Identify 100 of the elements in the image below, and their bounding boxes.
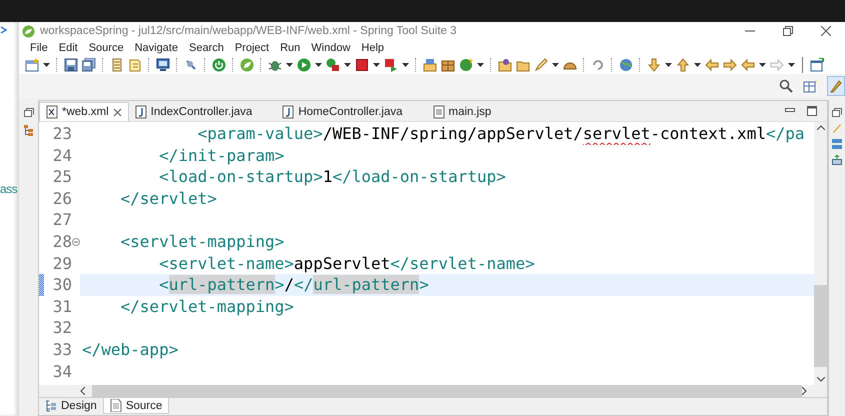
- close-icon[interactable]: [112, 108, 122, 116]
- editor-tab[interactable]: HomeController.java: [276, 102, 426, 121]
- save-all-icon[interactable]: [82, 58, 96, 72]
- menu-item[interactable]: File: [24, 42, 53, 54]
- run-server-icon[interactable]: [326, 58, 340, 72]
- restore-icon[interactable]: [783, 26, 793, 36]
- dropdown-caret-icon[interactable]: [43, 63, 50, 67]
- scroll-up-icon[interactable]: [816, 125, 824, 130]
- minimize-icon[interactable]: [785, 106, 795, 114]
- stop-icon[interactable]: [355, 58, 369, 72]
- dropdown-caret-icon[interactable]: [402, 63, 409, 67]
- export-icon[interactable]: [832, 155, 842, 165]
- dropdown-caret-icon[interactable]: [286, 63, 293, 67]
- menu-item[interactable]: Edit: [52, 42, 83, 54]
- line-number: 23: [52, 123, 72, 145]
- maximize-icon[interactable]: [807, 106, 817, 116]
- line-number: 33: [52, 338, 72, 361]
- save-icon[interactable]: [64, 58, 78, 72]
- box-icon[interactable]: [441, 58, 455, 72]
- window-title: workspaceSpring - jul12/src/main/webapp/WEB-INF/web.xml - Spring Tool Suite 3: [40, 25, 458, 37]
- line-number: 29: [52, 252, 72, 274]
- menu-item[interactable]: Search: [182, 42, 229, 54]
- forward-icon[interactable]: [723, 58, 737, 72]
- pencil-icon[interactable]: [534, 58, 548, 72]
- scroll-down-icon[interactable]: [816, 377, 824, 382]
- run-icon[interactable]: [297, 58, 311, 72]
- monitor-icon[interactable]: [156, 58, 170, 72]
- dropdown-caret-icon[interactable]: [788, 63, 795, 67]
- back-icon[interactable]: [741, 58, 755, 72]
- java-file-icon: [282, 104, 294, 118]
- leaf-icon[interactable]: [240, 58, 254, 72]
- fold-icon[interactable]: [72, 238, 80, 246]
- refresh-icon[interactable]: [591, 58, 605, 72]
- dropdown-caret-icon[interactable]: [665, 63, 672, 67]
- scrollbar-thumb[interactable]: [814, 285, 827, 367]
- flag-icon[interactable]: [384, 58, 398, 72]
- editor-mode-tab[interactable]: Source: [102, 398, 170, 414]
- line-number: 34: [52, 360, 72, 382]
- menu-item[interactable]: Project: [228, 42, 274, 54]
- menu-item[interactable]: Source: [82, 42, 129, 54]
- bug-icon[interactable]: [268, 58, 282, 72]
- globe-icon[interactable]: [619, 58, 633, 72]
- code-line: </servlet>: [120, 188, 218, 210]
- build-icon[interactable]: [423, 58, 437, 72]
- code-line: </init-param>: [158, 144, 286, 166]
- line-number: 28: [52, 230, 72, 253]
- sync-icon: [0, 26, 8, 34]
- layout-icon[interactable]: [832, 139, 842, 149]
- down-arrow-icon[interactable]: [647, 58, 661, 72]
- up-arrow-icon[interactable]: [676, 58, 690, 72]
- new-file-icon[interactable]: [25, 58, 39, 72]
- document-icon: [432, 104, 444, 118]
- tree-icon: [45, 400, 57, 412]
- open-folder-icon[interactable]: [498, 58, 512, 72]
- scroll-icon[interactable]: [110, 58, 124, 72]
- line-number: 31: [52, 296, 72, 318]
- java-file-icon: [134, 104, 147, 118]
- code-line: <load-on-startup>1</load-on-startup>: [158, 166, 507, 188]
- search-icon[interactable]: [779, 79, 793, 93]
- editor-tab[interactable]: *web.xml: [39, 102, 129, 121]
- spring-perspective-icon[interactable]: [830, 79, 842, 93]
- menu-item[interactable]: Navigate: [128, 42, 183, 54]
- dropdown-caret-icon[interactable]: [759, 63, 766, 67]
- open-perspective-icon[interactable]: [803, 79, 817, 93]
- line-number: 25: [52, 166, 72, 188]
- new-class-icon[interactable]: [459, 58, 473, 72]
- line-number: 24: [52, 144, 72, 166]
- dropdown-caret-icon[interactable]: [315, 63, 322, 67]
- background-text: ass: [0, 182, 18, 196]
- restore-view-icon[interactable]: [24, 108, 34, 117]
- editor-tab[interactable]: IndexController.java: [128, 102, 276, 121]
- code-line: <param-value>/WEB-INF/spring/appServlet/servlet-context.xml</pa: [196, 123, 806, 145]
- document-icon: [110, 399, 122, 412]
- code-line: </servlet-mapping>: [120, 296, 295, 318]
- scroll-left-icon[interactable]: [80, 387, 85, 395]
- line-number: 27: [52, 209, 72, 231]
- restore-view-icon[interactable]: [832, 108, 842, 117]
- scrollbar-thumb[interactable]: [92, 385, 802, 397]
- window-icon[interactable]: [810, 58, 824, 72]
- line-number: 30: [52, 274, 72, 296]
- dropdown-caret-icon[interactable]: [552, 63, 559, 67]
- dropdown-caret-icon[interactable]: [344, 63, 351, 67]
- editor-tab[interactable]: main.jsp: [426, 102, 516, 121]
- app-logo-icon: [22, 24, 35, 38]
- menu-item[interactable]: Help: [355, 42, 390, 54]
- close-icon[interactable]: [821, 26, 831, 36]
- back-icon[interactable]: [705, 58, 719, 72]
- menu-item[interactable]: Run: [274, 42, 306, 54]
- menu-item[interactable]: Window: [305, 42, 356, 54]
- line-number: 32: [52, 317, 72, 339]
- document-icon[interactable]: [128, 58, 142, 72]
- scroll-right-icon[interactable]: [802, 387, 807, 395]
- dropdown-caret-icon[interactable]: [694, 63, 701, 67]
- dropdown-caret-icon[interactable]: [373, 63, 380, 67]
- pin-icon[interactable]: [184, 58, 198, 72]
- editor-mode-tab[interactable]: Design: [39, 398, 103, 414]
- dropdown-caret-icon[interactable]: [477, 63, 484, 67]
- line-number: 26: [52, 188, 72, 210]
- outline-icon[interactable]: [24, 125, 33, 136]
- power-icon[interactable]: [212, 58, 226, 72]
